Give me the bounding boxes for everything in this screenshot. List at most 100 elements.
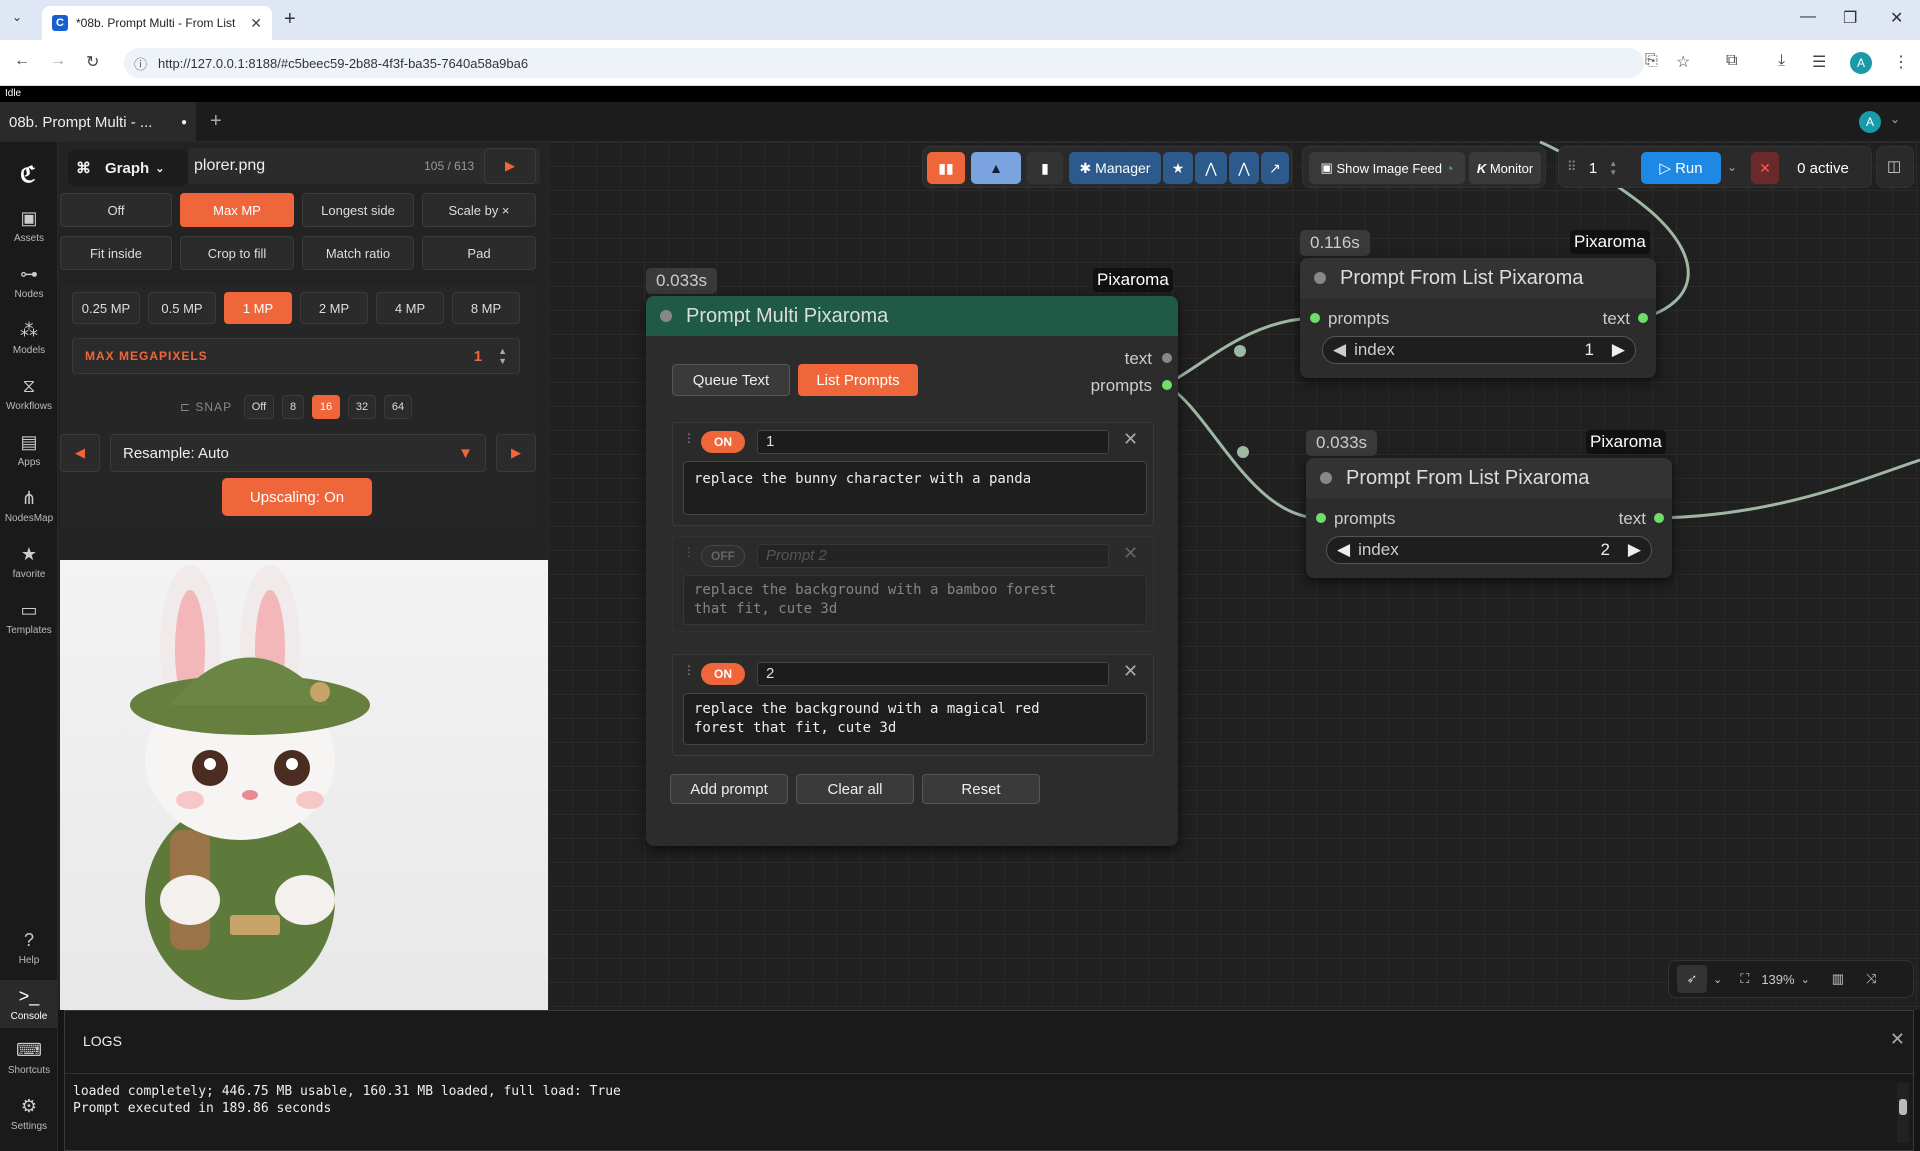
tab-queue-text[interactable]: Queue Text [672, 364, 790, 396]
share-button[interactable]: ↗ [1261, 152, 1289, 184]
prompt-toggle[interactable]: ON [701, 663, 745, 685]
favorites-button[interactable]: ★ [1163, 152, 1193, 184]
drag-handle-icon[interactable]: ⠿ [1567, 159, 1577, 175]
next-file-button[interactable]: ▶ [484, 148, 536, 184]
stepper-arrows-icon[interactable]: ▲ ▼ [498, 346, 507, 366]
upscaling-toggle[interactable]: Upscaling: On [222, 478, 372, 516]
resample-dropdown[interactable]: Resample: Auto ▼ [110, 434, 486, 472]
prompt-from-list-node-2[interactable]: Prompt From List Pixaroma prompts text ◀… [1306, 458, 1672, 578]
index-widget[interactable]: ◀ index 1 ▶ [1322, 336, 1636, 364]
prompt-toggle[interactable]: OFF [701, 545, 745, 567]
node-header[interactable]: Prompt From List Pixaroma [1306, 458, 1672, 498]
model-download-button[interactable]: ⋀ [1195, 152, 1227, 184]
run-button[interactable]: ▷ Run [1641, 152, 1721, 184]
mp-option[interactable]: 0.5 MP [148, 292, 216, 324]
scroll-thumb[interactable] [1899, 1099, 1907, 1115]
minimap-icon[interactable]: ▥ [1832, 971, 1844, 987]
collapse-dot-icon[interactable] [660, 310, 672, 322]
zoom-chevron-icon[interactable]: ⌄ [1801, 973, 1810, 986]
node-header[interactable]: Prompt Multi Pixaroma [646, 296, 1178, 336]
decrement-icon[interactable]: ◀ [1333, 340, 1346, 360]
next-resample-button[interactable]: ▶ [496, 434, 536, 472]
select-tool-icon[interactable]: ➶ [1677, 965, 1707, 993]
fit-view-icon[interactable]: ⛶ [1740, 971, 1749, 987]
mp-option-selected[interactable]: 1 MP [224, 292, 292, 324]
prompt-name-input[interactable]: 2 [757, 662, 1109, 686]
prompt-multi-node[interactable]: Prompt Multi Pixaroma Queue Text List Pr… [646, 296, 1178, 846]
input-prompts-socket[interactable] [1316, 513, 1326, 523]
fit-inside-button[interactable]: Fit inside [60, 236, 172, 270]
node-header[interactable]: Prompt From List Pixaroma [1300, 258, 1656, 298]
snap-32[interactable]: 32 [348, 395, 376, 419]
clear-all-button[interactable]: Clear all [796, 774, 914, 804]
tab-list-prompts[interactable]: List Prompts [798, 364, 918, 396]
play-icon: ▶ [505, 158, 515, 173]
chevron-down-icon: ⌄ [155, 162, 165, 175]
index-widget[interactable]: ◀ index 2 ▶ [1326, 536, 1652, 564]
batch-count-input[interactable]: 1 ▲ ▼ [1583, 152, 1623, 184]
graph-dropdown[interactable]: ⌘ Graph ⌄ [68, 150, 188, 186]
mp-option[interactable]: 0.25 MP [72, 292, 140, 324]
logs-scrollbar[interactable] [1897, 1083, 1909, 1143]
remove-prompt-icon[interactable]: ✕ [1123, 661, 1138, 682]
fit-maxmp-button[interactable]: Max MP [180, 193, 294, 227]
collapse-dot-icon[interactable] [1314, 272, 1326, 284]
close-logs-icon[interactable]: ✕ [1890, 1029, 1905, 1050]
hide-links-icon[interactable]: ⤨ [1866, 971, 1876, 987]
drag-handle-icon[interactable]: ⋮ [683, 431, 695, 445]
prompt-toggle[interactable]: ON [701, 431, 745, 453]
mp-option[interactable]: 8 MP [452, 292, 520, 324]
output-text-label: text [1618, 509, 1646, 528]
run-options-chevron-icon[interactable]: ⌄ [1727, 160, 1737, 174]
max-megapixels-stepper[interactable]: MAX MEGAPIXELS 1 ▲ ▼ [72, 338, 520, 374]
dropdown-arrow-icon: ▼ [458, 444, 473, 462]
remove-prompt-icon[interactable]: ✕ [1123, 429, 1138, 450]
prompt-name-input[interactable]: Prompt 2 [757, 544, 1109, 568]
crop-fill-button[interactable]: Crop to fill [180, 236, 294, 270]
snap-16[interactable]: 16 [312, 395, 340, 419]
increment-icon[interactable]: ▶ [1628, 540, 1641, 560]
mp-option[interactable]: 4 MP [376, 292, 444, 324]
output-prompts-socket[interactable] [1162, 380, 1172, 390]
model-library-button[interactable]: ⋀ [1229, 152, 1259, 184]
prompt-textarea[interactable]: replace the bunny character with a panda [683, 461, 1147, 515]
manager-button[interactable]: ✱ Manager [1069, 152, 1161, 184]
mp-option[interactable]: 2 MP [300, 292, 368, 324]
output-text-socket[interactable] [1162, 353, 1172, 363]
match-ratio-button[interactable]: Match ratio [302, 236, 414, 270]
pixaroma-audio-button[interactable]: ▮▮ [927, 152, 965, 184]
increment-icon[interactable]: ▶ [1612, 340, 1625, 360]
output-text-socket[interactable] [1654, 513, 1664, 523]
drag-handle-icon[interactable]: ⋮ [683, 545, 695, 559]
tool-chevron-icon[interactable]: ⌄ [1713, 973, 1722, 986]
fit-off-button[interactable]: Off [60, 193, 172, 227]
pad-button[interactable]: Pad [422, 236, 536, 270]
fit-scale-button[interactable]: Scale by × [422, 193, 536, 227]
remove-prompt-icon[interactable]: ✕ [1123, 543, 1138, 564]
image-feed-button[interactable]: ▣ Show Image Feed ◔ [1309, 152, 1465, 184]
prompt-textarea[interactable]: replace the background with a magical re… [683, 693, 1147, 745]
input-prompts-socket[interactable] [1310, 313, 1320, 323]
image-loader-panel: ⌘Graph⌄ plorer.png 105 / 613 ▼ ▶ Off Max… [58, 142, 548, 1010]
snap-off[interactable]: Off [244, 395, 274, 419]
prompt-textarea[interactable]: replace the background with a bamboo for… [683, 575, 1147, 625]
snap-8[interactable]: 8 [282, 395, 304, 419]
collapse-dot-icon[interactable] [1320, 472, 1332, 484]
queue-active-button[interactable]: 0 active [1785, 152, 1861, 184]
output-text-socket[interactable] [1638, 313, 1648, 323]
prompt-from-list-node-1[interactable]: Prompt From List Pixaroma prompts text ◀… [1300, 258, 1656, 378]
pixaroma-logo-button[interactable]: ▲ [971, 152, 1021, 184]
decrement-icon[interactable]: ◀ [1337, 540, 1350, 560]
zoom-level[interactable]: 139% [1761, 972, 1794, 987]
snap-64[interactable]: 64 [384, 395, 412, 419]
add-prompt-button[interactable]: Add prompt [670, 774, 788, 804]
fit-longest-button[interactable]: Longest side [302, 193, 414, 227]
monitor-button[interactable]: K Monitor [1469, 152, 1541, 184]
reset-button[interactable]: Reset [922, 774, 1040, 804]
prev-resample-button[interactable]: ◀ [60, 434, 100, 472]
drag-handle-icon[interactable]: ⋮ [683, 663, 695, 677]
bookmark-button[interactable]: ▮ [1027, 152, 1063, 184]
prompt-name-input[interactable]: 1 [757, 430, 1109, 454]
toggle-panel-button[interactable]: ◫ [1876, 146, 1914, 188]
cancel-button[interactable]: ✕ [1751, 152, 1779, 184]
